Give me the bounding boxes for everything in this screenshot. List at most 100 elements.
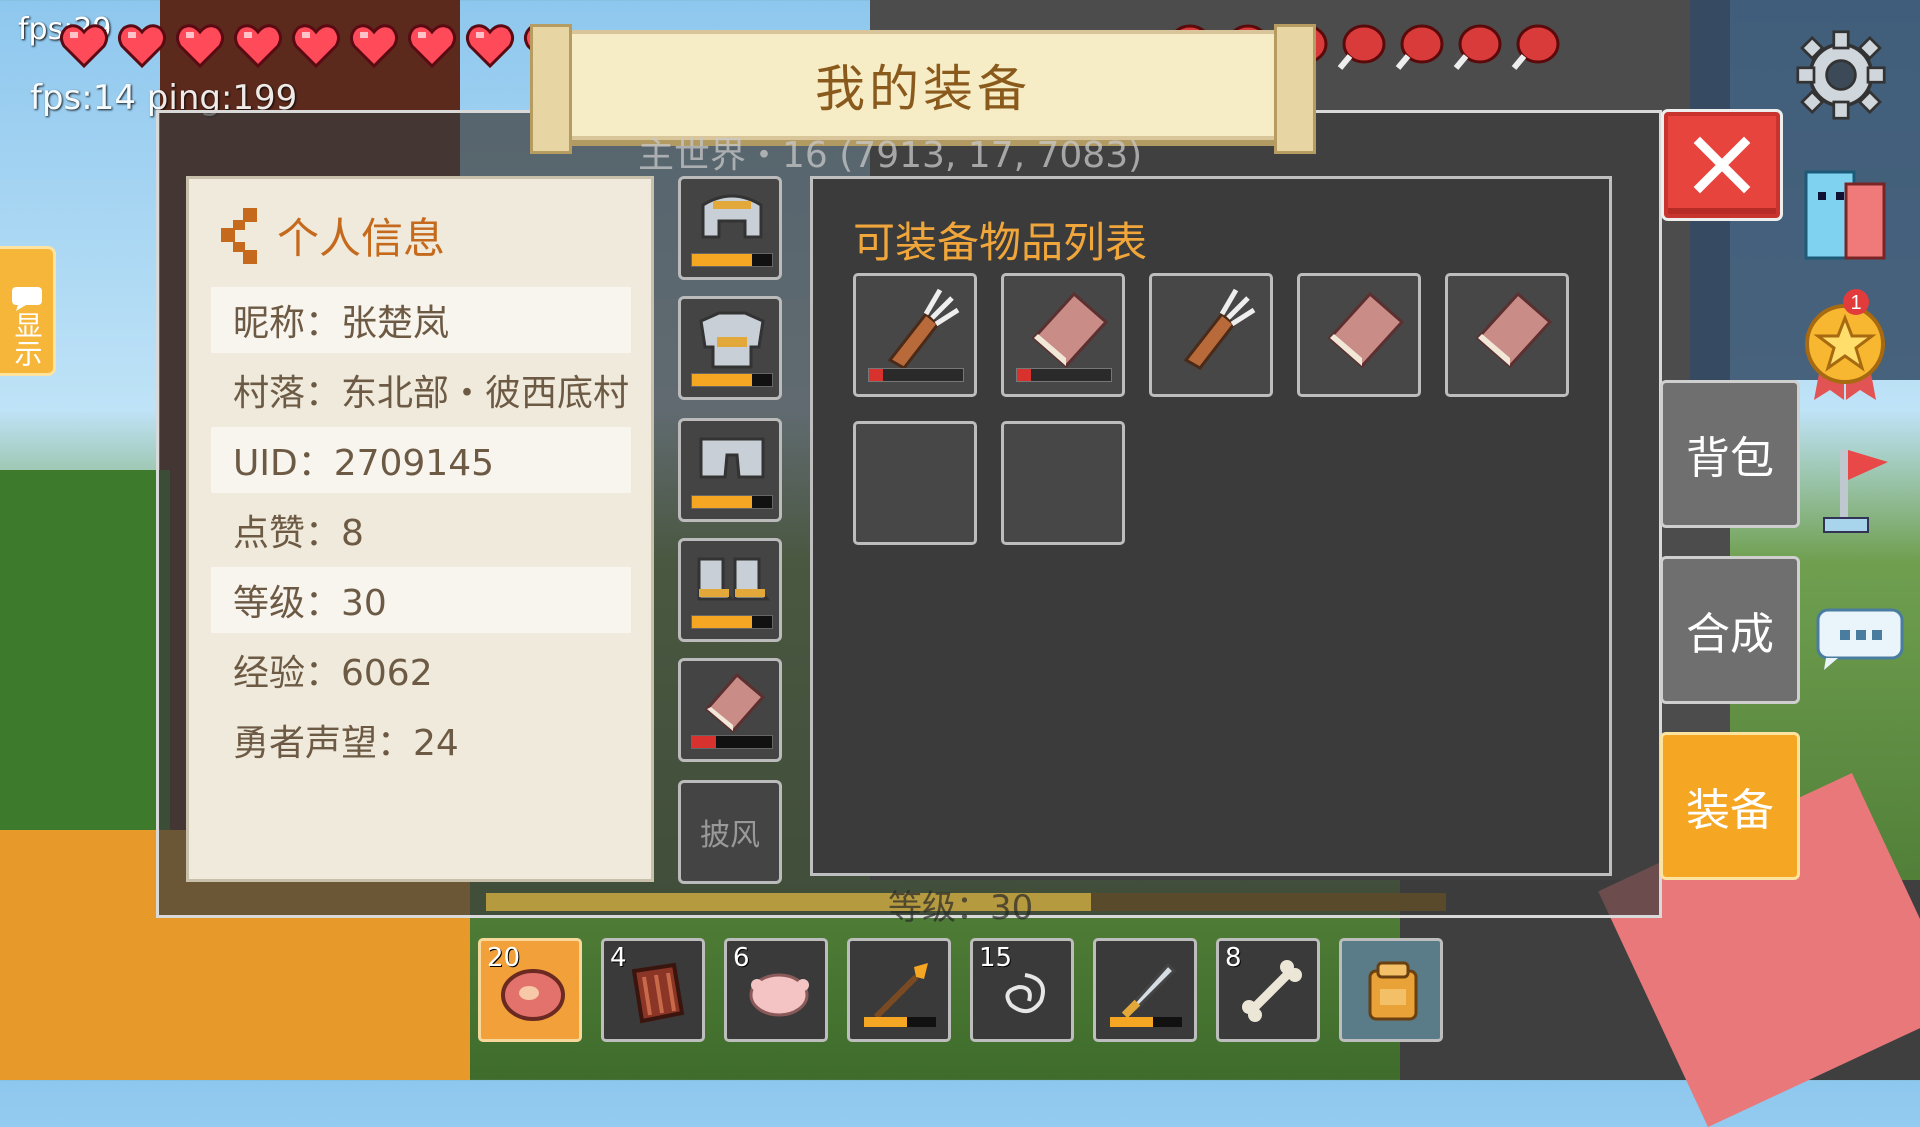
info-header: 个人信息 — [219, 205, 445, 266]
cape-slot[interactable]: 披风 — [678, 780, 782, 884]
chestplate-durability-bar — [691, 373, 773, 387]
durability-fill — [692, 254, 752, 266]
level-text: 等级：30 — [888, 888, 1034, 928]
bone-icon — [1242, 960, 1302, 1022]
hotbar: 20 4 6 15 8 — [478, 938, 1443, 1042]
hotbar-slot[interactable]: 4 — [601, 938, 705, 1042]
show-tab[interactable]: 显示 — [0, 246, 56, 376]
book-durability-bar — [691, 735, 773, 749]
boots-slot[interactable] — [678, 538, 782, 642]
empty-item-slot[interactable] — [1001, 421, 1125, 545]
hotbar-slot[interactable]: 20 — [478, 938, 582, 1042]
item-slot[interactable] — [1001, 273, 1125, 397]
quiver-icon — [1183, 288, 1256, 370]
hotbar-slot[interactable]: 15 — [970, 938, 1074, 1042]
info-level: 等级：30 — [211, 567, 631, 633]
book-slot[interactable] — [678, 658, 782, 762]
steak-icon — [501, 969, 565, 1021]
hotbar-slot[interactable] — [847, 938, 951, 1042]
book-icon — [1475, 291, 1553, 369]
durability-fill — [692, 496, 752, 508]
item-slot[interactable] — [853, 273, 977, 397]
tab-crafting[interactable]: 合成 — [1660, 556, 1800, 704]
item-durability-bar — [868, 368, 964, 382]
drumstick-icon — [1337, 24, 1386, 70]
quiver-icon — [887, 288, 960, 370]
tab-equipment[interactable]: 装备 — [1660, 732, 1800, 880]
item-durability-bar — [1016, 368, 1112, 382]
heart-icon — [407, 24, 457, 69]
leggings-durability-bar — [691, 495, 773, 509]
bg-ground — [0, 470, 170, 830]
item-slot[interactable] — [1445, 273, 1569, 397]
achievement-medal-icon[interactable]: 1 — [1800, 288, 1890, 404]
helmet-slot[interactable] — [678, 176, 782, 280]
equippable-items-panel: 可装备物品列表 — [810, 176, 1612, 876]
durability-fill — [692, 736, 716, 748]
backpack-button[interactable] — [1339, 938, 1443, 1042]
banner-left-cap — [530, 24, 572, 154]
cape-slot-label: 披风 — [700, 818, 760, 853]
book-icon — [1327, 291, 1405, 369]
heart-icon — [349, 24, 399, 69]
speech-bubble-icon — [11, 287, 42, 311]
hotbar-slot[interactable]: 8 — [1216, 938, 1320, 1042]
share-icon — [221, 207, 257, 264]
drumstick-icon — [1453, 24, 1502, 70]
item-durability-bar — [1110, 1017, 1182, 1027]
info-likes: 点赞：8 — [233, 513, 364, 554]
banner-right-cap — [1274, 24, 1316, 154]
settings-gear-icon[interactable] — [1796, 30, 1886, 120]
title-banner: 我的装备 — [530, 24, 1316, 154]
string-icon — [1005, 973, 1045, 1013]
helmet-durability-bar — [691, 253, 773, 267]
ribs-icon — [631, 962, 685, 1024]
info-title: 个人信息 — [277, 214, 446, 263]
durability-fill — [869, 369, 884, 381]
boots-durability-bar — [691, 615, 773, 629]
friends-icon[interactable] — [1800, 168, 1890, 264]
helmet-icon — [701, 194, 763, 239]
empty-item-slot[interactable] — [853, 421, 977, 545]
heart-icon — [175, 24, 225, 69]
chestplate-icon — [699, 311, 765, 369]
world-coordinates: 主世界・16 (7913, 17, 7083) — [638, 135, 1143, 176]
book-icon — [1031, 291, 1109, 369]
flag-icon[interactable] — [1814, 440, 1894, 540]
leggings-icon — [699, 437, 765, 479]
close-button[interactable] — [1664, 112, 1780, 218]
medal-badge-count: 1 — [1850, 292, 1861, 314]
chicken-icon — [749, 973, 809, 1017]
show-tab-label: 显示 — [10, 311, 44, 367]
item-durability-bar — [864, 1017, 936, 1027]
health-bar — [58, 22, 574, 70]
items-title: 可装备物品列表 — [853, 218, 1148, 267]
personal-info-panel: 个人信息 昵称：张楚岚 村落：东北部・彼西底村 UID：2709145 点赞：8… — [186, 176, 654, 882]
info-nickname: 昵称：张楚岚 — [211, 287, 631, 353]
drumstick-icon — [1511, 24, 1560, 70]
info-village: 村落：东北部・彼西底村 — [233, 373, 630, 414]
hotbar-slot[interactable]: 6 — [724, 938, 828, 1042]
leggings-slot[interactable] — [678, 418, 782, 522]
book-icon — [704, 672, 766, 734]
page-title: 我的装备 — [815, 60, 1031, 118]
boots-icon — [697, 557, 771, 601]
chat-icon[interactable] — [1812, 604, 1908, 674]
item-slot[interactable] — [1297, 273, 1421, 397]
durability-fill — [692, 374, 752, 386]
tab-backpack[interactable]: 背包 — [1660, 380, 1800, 528]
durability-fill — [864, 1017, 908, 1027]
durability-fill — [1017, 369, 1032, 381]
chestplate-slot[interactable] — [678, 296, 782, 400]
backpack-icon — [1368, 961, 1418, 1021]
heart-icon — [291, 24, 341, 69]
heart-icon — [117, 24, 167, 69]
heart-icon — [59, 24, 109, 69]
hotbar-slot[interactable] — [1093, 938, 1197, 1042]
info-reputation: 勇者声望：24 — [233, 723, 459, 764]
durability-fill — [1110, 1017, 1154, 1027]
item-slot[interactable] — [1149, 273, 1273, 397]
heart-icon — [233, 24, 283, 69]
info-uid: UID：2709145 — [211, 427, 631, 493]
drumstick-icon — [1395, 24, 1444, 70]
